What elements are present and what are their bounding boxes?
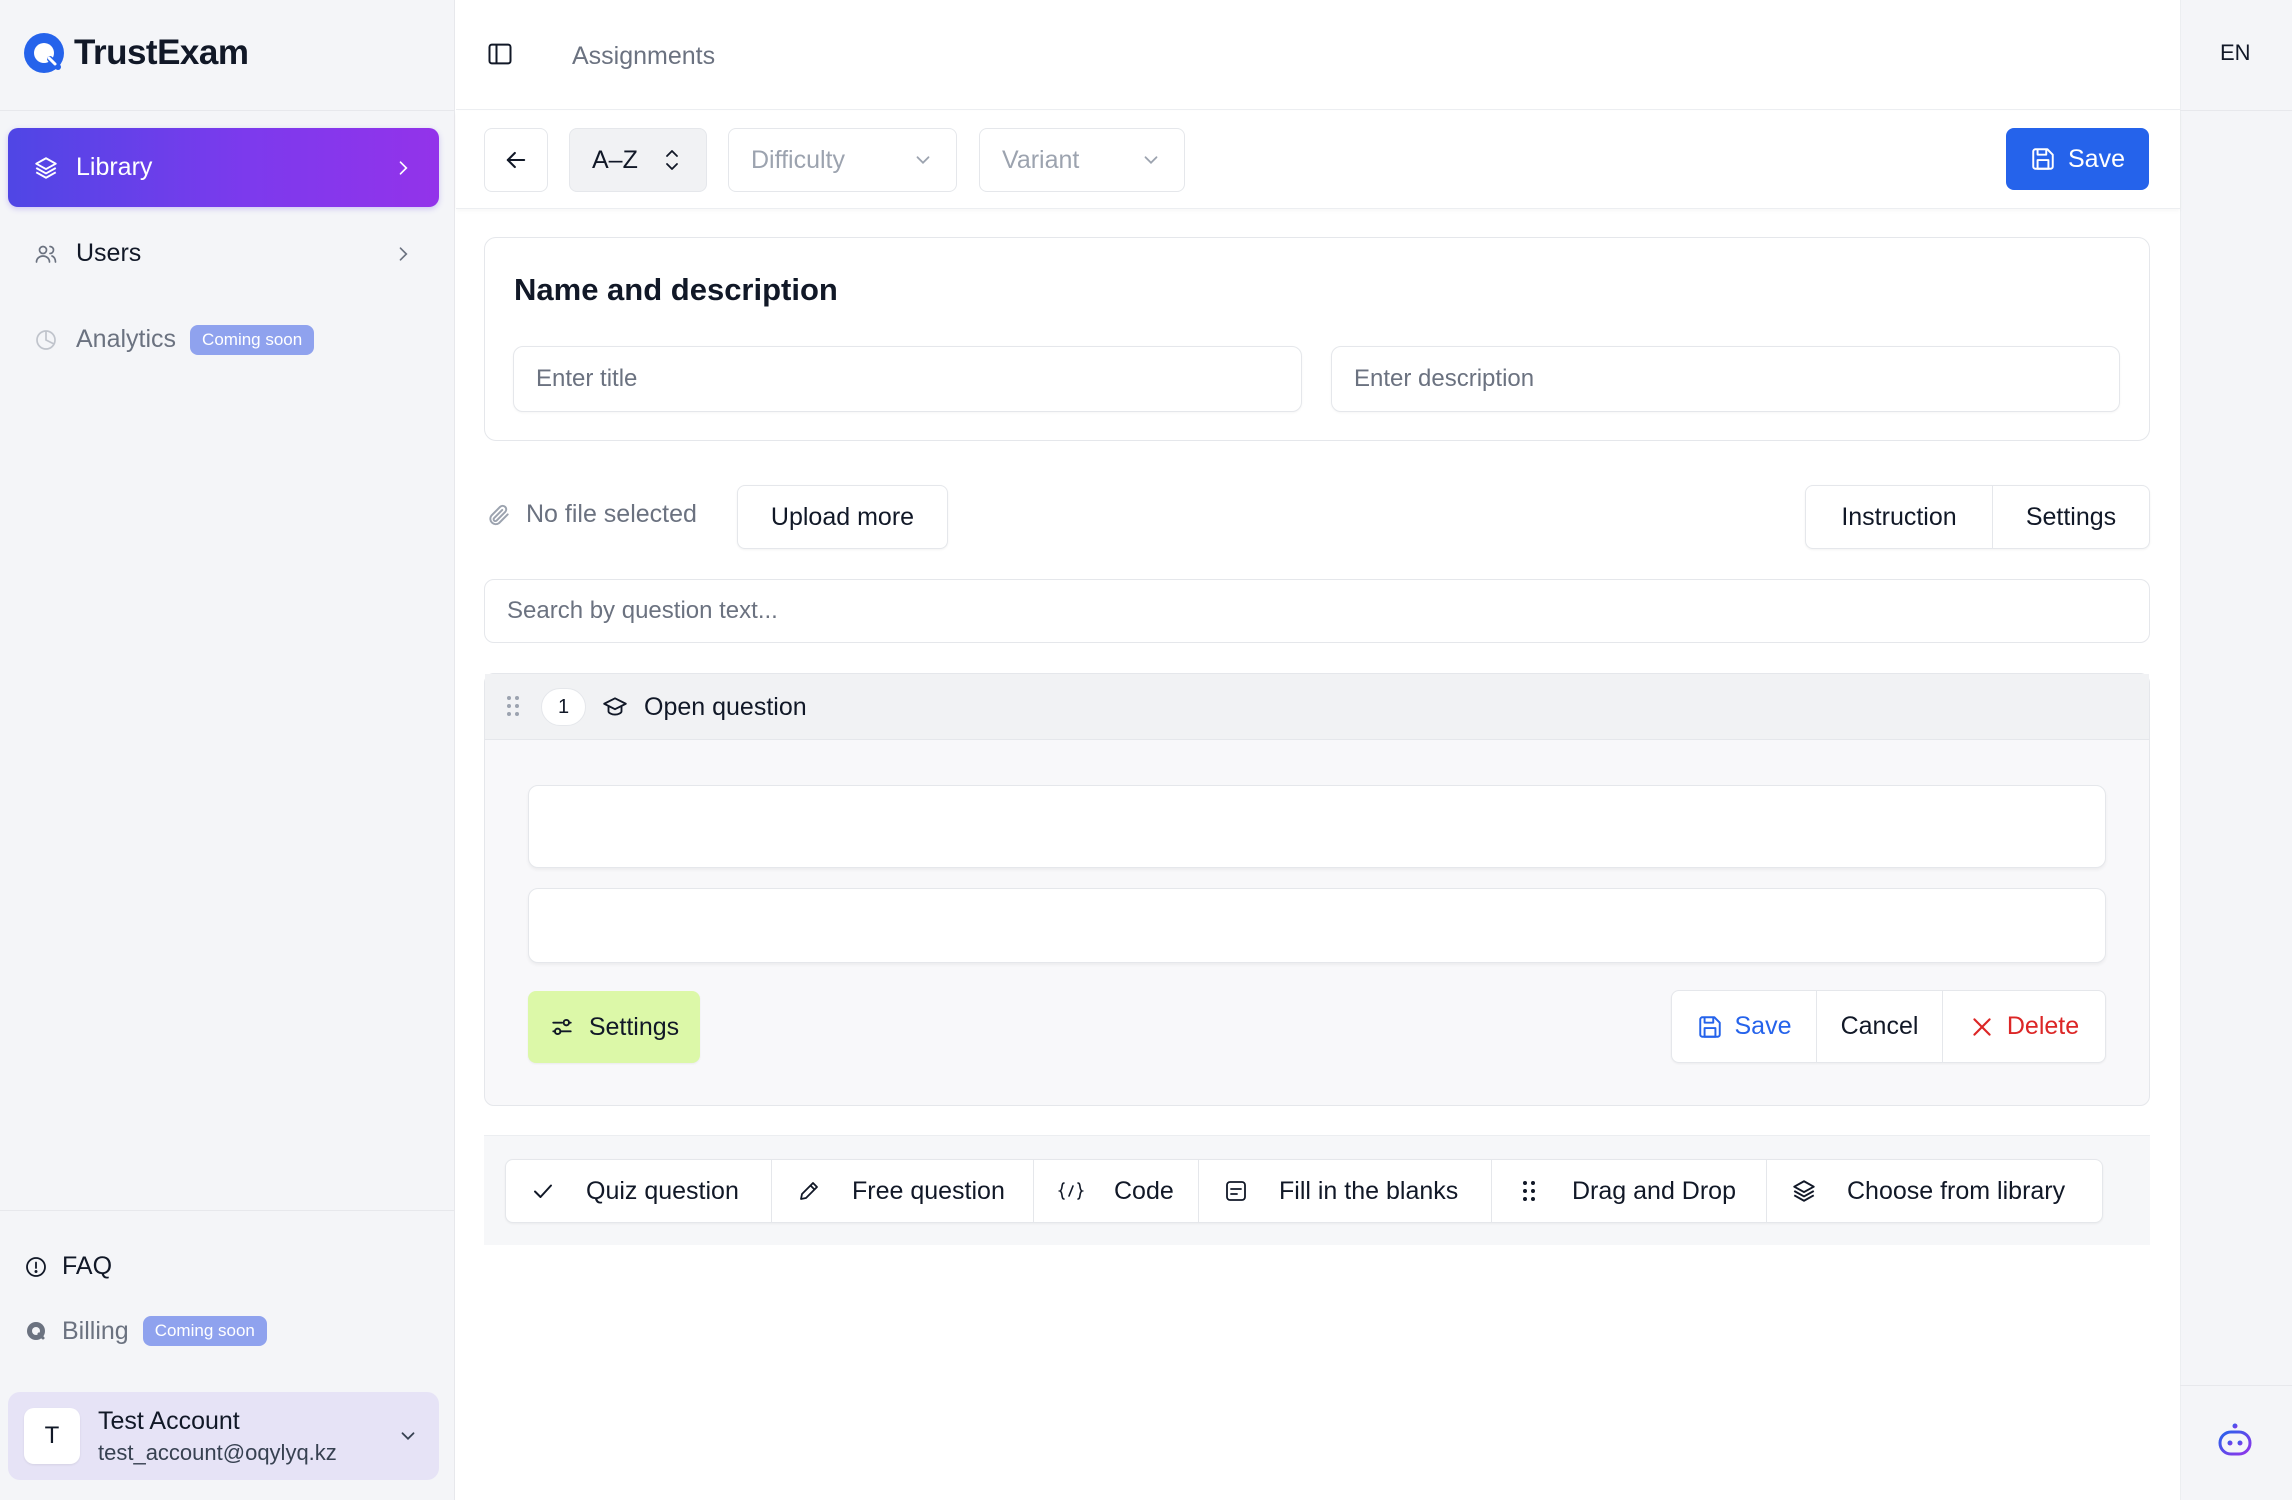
billing-icon	[24, 1319, 48, 1343]
add-free-question-button[interactable]: Free question	[772, 1160, 1034, 1222]
sliders-icon	[549, 1014, 575, 1040]
toolbar	[456, 111, 2180, 209]
question-type-label: Open question	[644, 693, 807, 721]
chevron-right-icon	[393, 158, 413, 178]
rail-divider	[2180, 1385, 2292, 1386]
add-quiz-question-button[interactable]: Quiz question	[506, 1160, 772, 1222]
avatar: T	[24, 1408, 80, 1464]
choose-from-library-button[interactable]: Choose from library	[1767, 1160, 2102, 1222]
add-item-label: Free question	[852, 1176, 1005, 1205]
settings-button[interactable]: Settings	[1993, 486, 2149, 548]
faq-link[interactable]: FAQ	[24, 1252, 112, 1281]
grip-icon	[1516, 1179, 1542, 1203]
info-icon	[24, 1255, 48, 1279]
close-icon	[1969, 1014, 1995, 1040]
users-icon	[32, 240, 60, 268]
check-icon	[530, 1179, 556, 1203]
trustexam-logo-icon	[22, 31, 66, 75]
instruction-settings-group: Instruction Settings	[1805, 485, 2150, 549]
language-switcher[interactable]: EN	[2220, 40, 2251, 66]
save-label: Save	[2068, 144, 2125, 173]
sidebar-toggle-icon	[486, 40, 514, 68]
description-input[interactable]	[1331, 346, 2120, 412]
question-settings-button[interactable]: Settings	[528, 991, 700, 1063]
arrow-left-icon	[502, 146, 530, 174]
sort-label: A–Z	[592, 145, 638, 174]
instruction-button[interactable]: Instruction	[1806, 486, 1993, 548]
pencil-icon	[796, 1179, 822, 1203]
sort-button[interactable]: A–Z	[569, 128, 707, 192]
difficulty-label: Difficulty	[751, 145, 846, 174]
rail-divider	[2180, 110, 2292, 111]
drag-handle-icon[interactable]	[505, 694, 521, 718]
sidebar-divider	[0, 110, 455, 111]
add-item-label: Code	[1114, 1176, 1174, 1205]
add-item-label: Fill in the blanks	[1279, 1176, 1459, 1205]
question-save-button[interactable]: Save	[1672, 991, 1817, 1062]
variant-label: Variant	[1002, 145, 1080, 174]
sort-updown-icon	[662, 147, 682, 173]
file-status-label: No file selected	[526, 500, 697, 528]
sidebar-item-label: Analytics	[76, 325, 177, 353]
section-title: Name and description	[514, 272, 838, 307]
breadcrumb[interactable]: Assignments	[572, 42, 715, 71]
billing-label: Billing	[62, 1316, 129, 1345]
brand-logo[interactable]: TrustExam	[22, 31, 249, 75]
layers-icon	[32, 154, 60, 182]
sidebar-item-label: Library	[76, 153, 153, 181]
add-fill-blanks-button[interactable]: Fill in the blanks	[1199, 1160, 1492, 1222]
sidebar-divider	[0, 1210, 455, 1211]
question-text-field[interactable]	[528, 785, 2106, 868]
difficulty-select[interactable]: Difficulty	[728, 128, 957, 192]
back-button[interactable]	[484, 128, 548, 192]
coming-soon-badge: Coming soon	[190, 324, 315, 355]
right-rail	[2180, 0, 2292, 1500]
add-item-label: Drag and Drop	[1572, 1176, 1736, 1205]
question-delete-label: Delete	[2006, 1012, 2080, 1040]
account-name: Test Account	[98, 1406, 240, 1435]
title-input[interactable]	[513, 346, 1302, 412]
toggle-sidebar-button[interactable]	[486, 40, 514, 68]
question-number: 1	[541, 688, 586, 726]
account-menu[interactable]: T Test Account test_account@oqylyq.kz	[8, 1392, 439, 1480]
chevron-down-icon	[397, 1425, 419, 1447]
sidebar-item-users[interactable]: Users	[8, 214, 439, 293]
save-icon	[1697, 1014, 1723, 1040]
paperclip-icon	[486, 502, 512, 528]
chevron-down-icon	[912, 149, 934, 171]
answer-field[interactable]	[528, 888, 2106, 963]
question-save-label: Save	[1734, 1012, 1792, 1040]
add-drag-drop-button[interactable]: Drag and Drop	[1492, 1160, 1767, 1222]
billing-link: Billing Coming soon	[24, 1316, 267, 1346]
code-icon	[1058, 1179, 1084, 1203]
add-question-group: Quiz question Free question Code Fill in…	[505, 1159, 2103, 1223]
variant-select[interactable]: Variant	[979, 128, 1185, 192]
graduation-cap-icon	[602, 694, 628, 720]
upload-more-button[interactable]: Upload more	[737, 485, 948, 549]
question-search-input[interactable]	[484, 579, 2150, 643]
layers-icon	[1791, 1178, 1817, 1204]
add-code-question-button[interactable]: Code	[1034, 1160, 1199, 1222]
blanks-icon	[1223, 1179, 1249, 1203]
pie-chart-icon	[32, 326, 60, 354]
sidebar-item-analytics: Analytics Coming soon	[8, 300, 439, 379]
file-status: No file selected	[486, 500, 697, 529]
brand-name: TrustExam	[74, 33, 249, 72]
chevron-right-icon	[393, 244, 413, 264]
save-icon	[2030, 146, 2056, 172]
question-cancel-button[interactable]: Cancel	[1817, 991, 1943, 1062]
question-actions: Save Cancel Delete	[1671, 990, 2106, 1063]
sidebar-item-label: Users	[76, 239, 142, 267]
save-button[interactable]: Save	[2006, 128, 2149, 190]
coming-soon-badge: Coming soon	[142, 1316, 267, 1346]
faq-label: FAQ	[62, 1252, 113, 1280]
assistant-bot-icon[interactable]	[2215, 1422, 2255, 1462]
chevron-down-icon	[1140, 149, 1162, 171]
question-delete-button[interactable]: Delete	[1943, 991, 2105, 1062]
add-item-label: Quiz question	[586, 1176, 739, 1205]
question-settings-label: Settings	[588, 1012, 680, 1041]
add-item-label: Choose from library	[1847, 1176, 2066, 1205]
sidebar-item-library[interactable]: Library	[8, 128, 439, 207]
account-email: test_account@oqylyq.kz	[98, 1439, 337, 1465]
